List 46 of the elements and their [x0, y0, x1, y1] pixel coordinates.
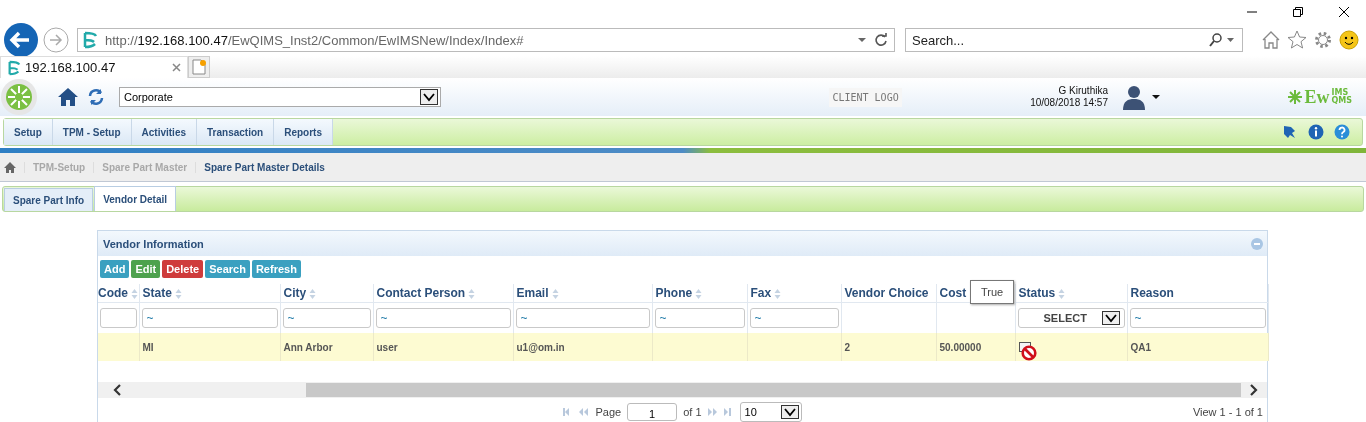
filter-field[interactable]: ~: [141, 308, 278, 328]
table-cell: 50.00000: [939, 342, 982, 353]
page-field[interactable]: 1: [627, 403, 678, 421]
toolbar-button[interactable]: Delete: [162, 260, 204, 278]
login-datetime: 10/08/2018 14:57: [1030, 97, 1108, 109]
filter-select[interactable]: SELECT: [1017, 308, 1125, 328]
breadcrumb-item: Spare Part Master Details: [195, 161, 325, 173]
menu-item[interactable]: TPM - Setup: [52, 119, 132, 145]
address-text: http://192.168.100.47/EwQIMS_Inst2/Common/EwIMSNew/Index/Index#: [105, 32, 524, 48]
column-header[interactable]: Email: [516, 286, 549, 300]
filter-field[interactable]: ~: [375, 308, 511, 328]
menu-item[interactable]: Transaction: [197, 119, 275, 145]
tab[interactable]: Spare Part Info: [4, 188, 94, 211]
client-logo: CLIENT LOGO: [829, 87, 902, 107]
tab[interactable]: Vendor Detail: [94, 186, 177, 211]
table-cell: user: [376, 342, 398, 353]
table-cell: u1@om.in: [516, 342, 565, 353]
column-header[interactable]: State: [142, 286, 172, 300]
filter-field[interactable]: ~: [515, 308, 650, 328]
filter-field[interactable]: ~: [1129, 308, 1266, 328]
search-field[interactable]: Search...: [905, 28, 1243, 52]
page-size-select[interactable]: 10: [739, 402, 802, 422]
tooltip: True: [970, 280, 1015, 304]
select-value: Corporate: [124, 91, 173, 103]
location-select[interactable]: Corporate: [119, 87, 441, 107]
page-label: Page: [595, 406, 622, 418]
table-cell: Ann Arbor: [283, 342, 333, 353]
column-header[interactable]: Fax: [750, 286, 772, 300]
menu-item[interactable]: Setup: [4, 119, 53, 145]
filter-field[interactable]: ~: [282, 308, 371, 328]
column-header[interactable]: City: [283, 286, 307, 300]
browser-tab[interactable]: 192.168.100.47: [0, 56, 188, 78]
menu-item[interactable]: Reports: [274, 119, 333, 145]
menu-item[interactable]: Activities: [131, 119, 198, 145]
table-cell: MI: [142, 342, 154, 353]
panel-title: Vendor Information: [103, 237, 204, 250]
column-header[interactable]: Code: [98, 286, 128, 300]
table-cell: 2: [844, 342, 851, 353]
filter-field[interactable]: ~: [749, 308, 839, 328]
table-cell: QA1: [1130, 342, 1152, 353]
address-field[interactable]: http://192.168.100.47/EwQIMS_Inst2/Common/EwIMSNew/Index/Index#: [77, 28, 895, 52]
filter-field[interactable]: ~: [654, 308, 745, 328]
user-name: G Kiruthika: [1058, 85, 1108, 97]
record-count: View 1 - 1 of 1: [1192, 406, 1263, 418]
column-header[interactable]: Cost: [939, 286, 967, 300]
page-count: of 1: [683, 406, 702, 418]
